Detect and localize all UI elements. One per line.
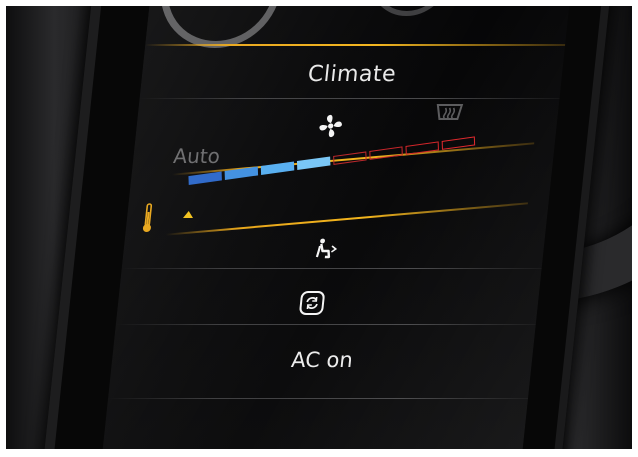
temp-segment-cold: [188, 171, 222, 185]
temp-segment-cold: [224, 166, 259, 180]
air-distribution-icon[interactable]: [313, 238, 341, 260]
divider-top: [145, 44, 566, 46]
temp-segment-hot: [405, 141, 439, 155]
temp-segment-cold: [260, 161, 295, 175]
temp-segment-hot: [369, 146, 403, 160]
divider: [121, 268, 542, 269]
temp-segment-cold: [296, 156, 331, 170]
temperature-pointer: [182, 211, 194, 218]
temperature-divider-bottom: [165, 202, 528, 236]
instrument-gauge: [154, 6, 288, 48]
dashboard-photo: Climate Auto AC on: [6, 6, 632, 449]
screen-title: Climate: [306, 62, 398, 87]
divider: [115, 324, 536, 325]
instrument-gauge-secondary: [366, 6, 455, 16]
thermometer-icon: [142, 203, 153, 232]
fan-icon[interactable]: [315, 112, 346, 140]
air-recirculation-icon[interactable]: [297, 289, 328, 317]
ac-toggle-button[interactable]: AC on: [111, 348, 534, 372]
temp-segment-hot: [441, 136, 476, 150]
climate-screen: Climate Auto AC on: [102, 6, 570, 449]
rear-defrost-icon[interactable]: [433, 100, 465, 122]
temp-segment-hot: [333, 151, 367, 165]
divider: [107, 398, 529, 399]
divider: [139, 98, 560, 99]
